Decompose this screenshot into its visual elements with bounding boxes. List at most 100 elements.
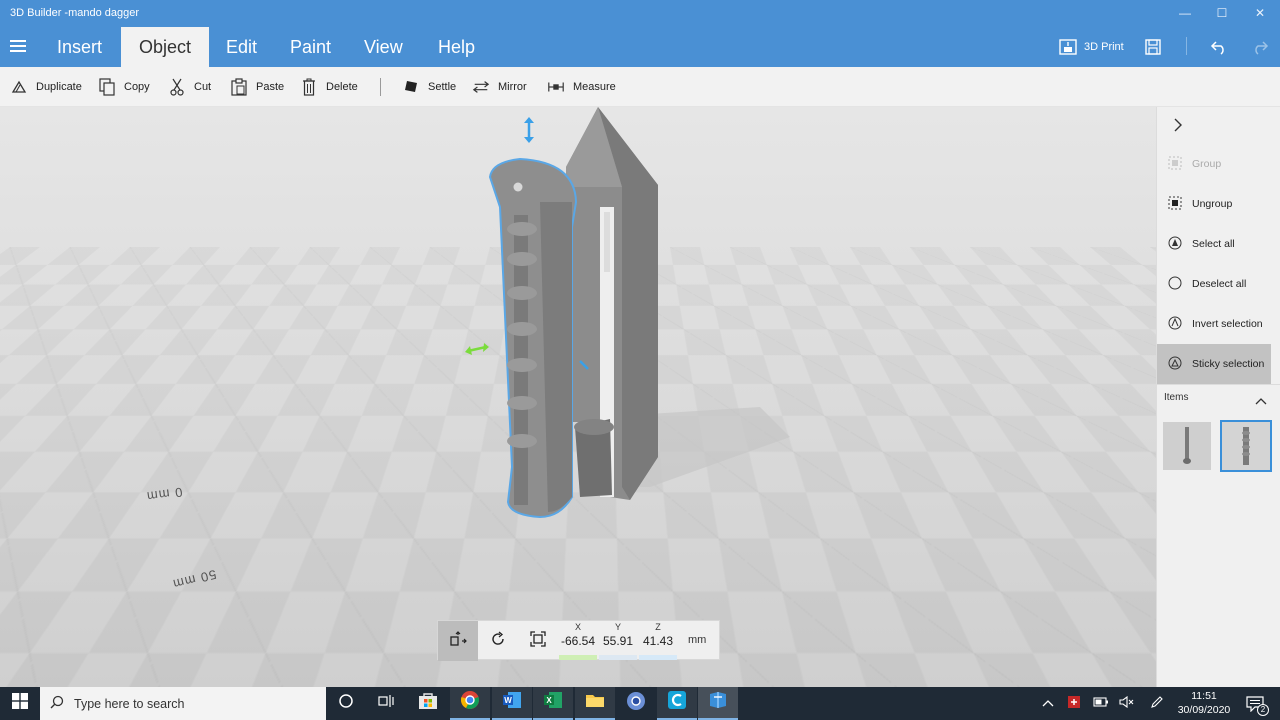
tray-app-icon xyxy=(1067,695,1081,712)
tab-help[interactable]: Help xyxy=(422,27,491,67)
close-button[interactable]: ✕ xyxy=(1249,4,1271,22)
invert-selection-button[interactable]: Invert selection xyxy=(1157,304,1271,344)
ungroup-button[interactable]: Ungroup xyxy=(1157,184,1271,224)
sheath-object xyxy=(566,107,658,500)
3d-viewport[interactable]: 0 mm 50 mm xyxy=(0,107,1156,687)
volume-muted-icon xyxy=(1119,695,1135,711)
maximize-button[interactable]: ☐ xyxy=(1211,4,1233,22)
word-icon: W xyxy=(502,691,522,714)
invert-selection-icon xyxy=(1168,316,1182,333)
cut-button[interactable]: Cut xyxy=(168,77,211,97)
start-button[interactable] xyxy=(0,687,40,720)
select-all-button[interactable]: Select all xyxy=(1157,224,1271,264)
store-app[interactable] xyxy=(408,687,448,720)
task-view-icon xyxy=(378,694,394,713)
menu-bar: Insert Object Edit Paint View Help 3D Pr… xyxy=(0,27,1280,67)
task-view-button[interactable] xyxy=(366,687,406,720)
measure-button[interactable]: Measure xyxy=(547,77,616,97)
delete-label: Delete xyxy=(326,81,358,93)
unit-label[interactable]: mm xyxy=(688,634,706,646)
move-gizmo-x xyxy=(465,343,489,355)
y-value[interactable]: 55.91 xyxy=(599,634,637,648)
cortana-style-app[interactable] xyxy=(657,687,697,720)
z-value[interactable]: 41.43 xyxy=(639,634,677,648)
group-icon xyxy=(1168,156,1182,173)
tray-overflow-button[interactable] xyxy=(1038,687,1058,720)
settle-icon xyxy=(402,78,420,96)
y-coordinate[interactable]: Y 55.91 xyxy=(599,621,637,661)
hamburger-menu-icon[interactable] xyxy=(10,40,26,54)
chrome-secondary-app[interactable] xyxy=(616,687,656,720)
copy-button[interactable]: Copy xyxy=(98,77,150,97)
duplicate-label: Duplicate xyxy=(36,81,82,93)
object-ribbon: Duplicate Copy Cut Paste Delete Settle M… xyxy=(0,67,1280,107)
copy-icon xyxy=(98,78,116,96)
ungroup-label: Ungroup xyxy=(1192,198,1233,210)
tab-object[interactable]: Object xyxy=(121,27,209,67)
pen-button[interactable] xyxy=(1146,687,1168,720)
y-axis-label: Y xyxy=(614,622,621,632)
file-explorer-app[interactable] xyxy=(575,687,615,720)
tab-insert[interactable]: Insert xyxy=(41,27,118,67)
mirror-button[interactable]: Mirror xyxy=(472,77,527,97)
volume-button[interactable] xyxy=(1116,687,1138,720)
ribbon-separator xyxy=(380,78,381,96)
taskbar-search-box[interactable]: Type here to search xyxy=(40,687,326,720)
rotate-icon xyxy=(490,631,506,652)
item-thumbnail-handle[interactable] xyxy=(1220,420,1272,472)
battery-button[interactable] xyxy=(1090,687,1112,720)
notification-count-badge: 2 xyxy=(1257,703,1269,716)
folder-icon xyxy=(585,692,605,713)
taskbar-clock[interactable]: 11:51 30/09/2020 xyxy=(1172,689,1236,717)
tab-view[interactable]: View xyxy=(348,27,419,67)
3d-builder-icon xyxy=(708,691,728,714)
paste-button[interactable]: Paste xyxy=(230,77,284,97)
collapse-panel-chevron-icon[interactable] xyxy=(1171,117,1185,133)
tab-paint[interactable]: Paint xyxy=(274,27,347,67)
deselect-all-button[interactable]: Deselect all xyxy=(1157,264,1271,304)
notification-icon: 2 xyxy=(1246,695,1269,716)
sticky-selection-button[interactable]: Sticky selection xyxy=(1157,344,1271,384)
3d-print-icon xyxy=(1058,37,1078,57)
clock-time: 11:51 xyxy=(1191,690,1217,702)
notifications-button[interactable]: 2 xyxy=(1242,687,1269,720)
redo-button[interactable] xyxy=(1250,37,1270,57)
window-title: 3D Builder -mando dagger xyxy=(10,7,140,19)
save-button[interactable] xyxy=(1143,37,1163,57)
minimize-button[interactable]: — xyxy=(1174,4,1196,22)
delete-button[interactable]: Delete xyxy=(300,77,358,97)
undo-button[interactable] xyxy=(1209,37,1229,57)
excel-app[interactable]: X xyxy=(533,687,573,720)
move-gizmo-z xyxy=(524,117,534,143)
3d-builder-app[interactable] xyxy=(698,687,738,720)
search-placeholder: Type here to search xyxy=(74,696,185,711)
mirror-label: Mirror xyxy=(498,81,527,93)
chrome-app[interactable] xyxy=(450,687,490,720)
svg-text:X: X xyxy=(546,696,552,705)
sticky-selection-icon xyxy=(1168,356,1182,373)
measure-label: Measure xyxy=(573,81,616,93)
scale-tool-button[interactable] xyxy=(518,621,558,661)
3d-print-label: 3D Print xyxy=(1084,41,1124,53)
x-value[interactable]: -66.54 xyxy=(559,634,597,648)
group-button[interactable]: Group xyxy=(1157,144,1271,184)
tab-edit[interactable]: Edit xyxy=(210,27,273,67)
move-tool-button[interactable] xyxy=(438,621,478,661)
sticky-selection-label: Sticky selection xyxy=(1192,358,1265,370)
cortana-button[interactable] xyxy=(326,687,366,720)
3d-print-button[interactable]: 3D Print xyxy=(1058,37,1124,57)
deselect-all-label: Deselect all xyxy=(1192,278,1247,290)
settle-button[interactable]: Settle xyxy=(402,77,456,97)
duplicate-icon xyxy=(10,78,28,96)
z-coordinate[interactable]: Z 41.43 xyxy=(639,621,677,661)
word-app[interactable]: W xyxy=(492,687,532,720)
x-coordinate[interactable]: X -66.54 xyxy=(559,621,597,661)
x-axis-label: X xyxy=(574,622,581,632)
title-bar: 3D Builder -mando dagger — ☐ ✕ xyxy=(0,0,1280,26)
tray-app-button[interactable] xyxy=(1063,687,1085,720)
duplicate-button[interactable]: Duplicate xyxy=(10,77,82,97)
item-thumbnail-blade[interactable] xyxy=(1163,422,1211,470)
rotate-tool-button[interactable] xyxy=(478,621,518,661)
items-collapse-chevron-icon[interactable] xyxy=(1255,393,1267,405)
scale-icon xyxy=(530,630,546,652)
